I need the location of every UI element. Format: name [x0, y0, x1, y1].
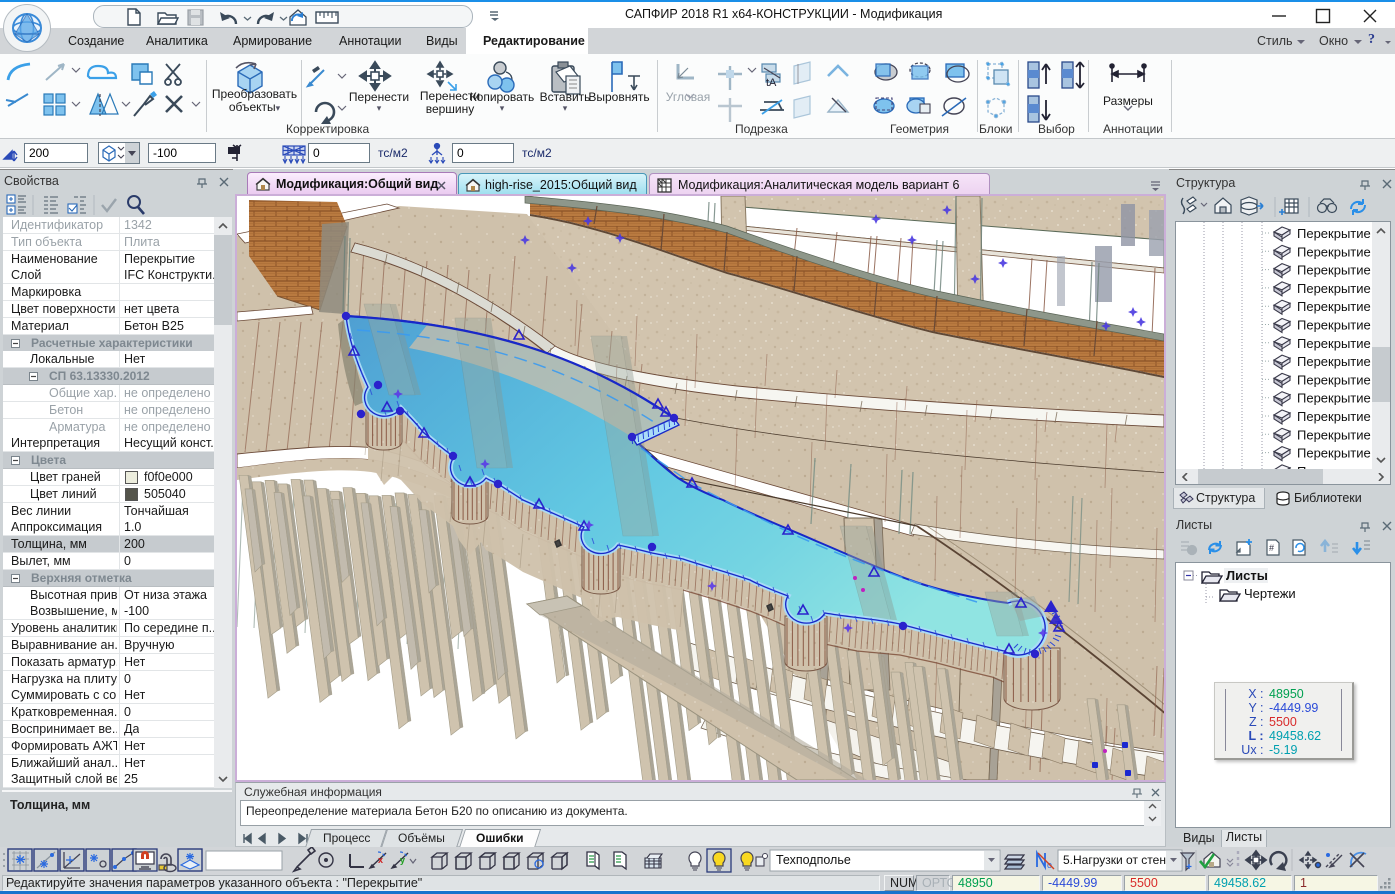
svg-text:Перекрытие: Перекрытие	[1297, 427, 1371, 442]
svg-text:Перекрытие: Перекрытие	[1297, 318, 1371, 333]
svg-text:Листы: Листы	[1226, 568, 1268, 583]
svg-text:Перекрытие: Перекрытие	[1297, 409, 1371, 424]
svg-text:x: x	[378, 855, 383, 865]
svg-text:Перекрытие: Перекрытие	[1297, 446, 1371, 461]
svg-text:Перекрытие: Перекрытие	[1297, 263, 1371, 278]
svg-text:Перекрытие: Перекрытие	[1297, 281, 1371, 296]
svg-text:Перекрытие: Перекрытие	[1297, 299, 1371, 314]
svg-text:#: #	[1269, 543, 1274, 553]
svg-text:y: y	[400, 855, 405, 865]
svg-text:Чертежи: Чертежи	[1244, 586, 1296, 601]
svg-text:tА: tА	[766, 77, 777, 89]
svg-text:Перекрытие: Перекрытие	[1297, 354, 1371, 369]
svg-text:Перекрытие: Перекрытие	[1297, 244, 1371, 259]
svg-text:Перекрытие: Перекрытие	[1297, 391, 1371, 406]
svg-text:Перекрытие: Перекрытие	[1297, 372, 1371, 387]
svg-text:Перекрытие: Перекрытие	[1297, 336, 1371, 351]
svg-text:Перекрытие: Перекрытие	[1297, 226, 1371, 241]
